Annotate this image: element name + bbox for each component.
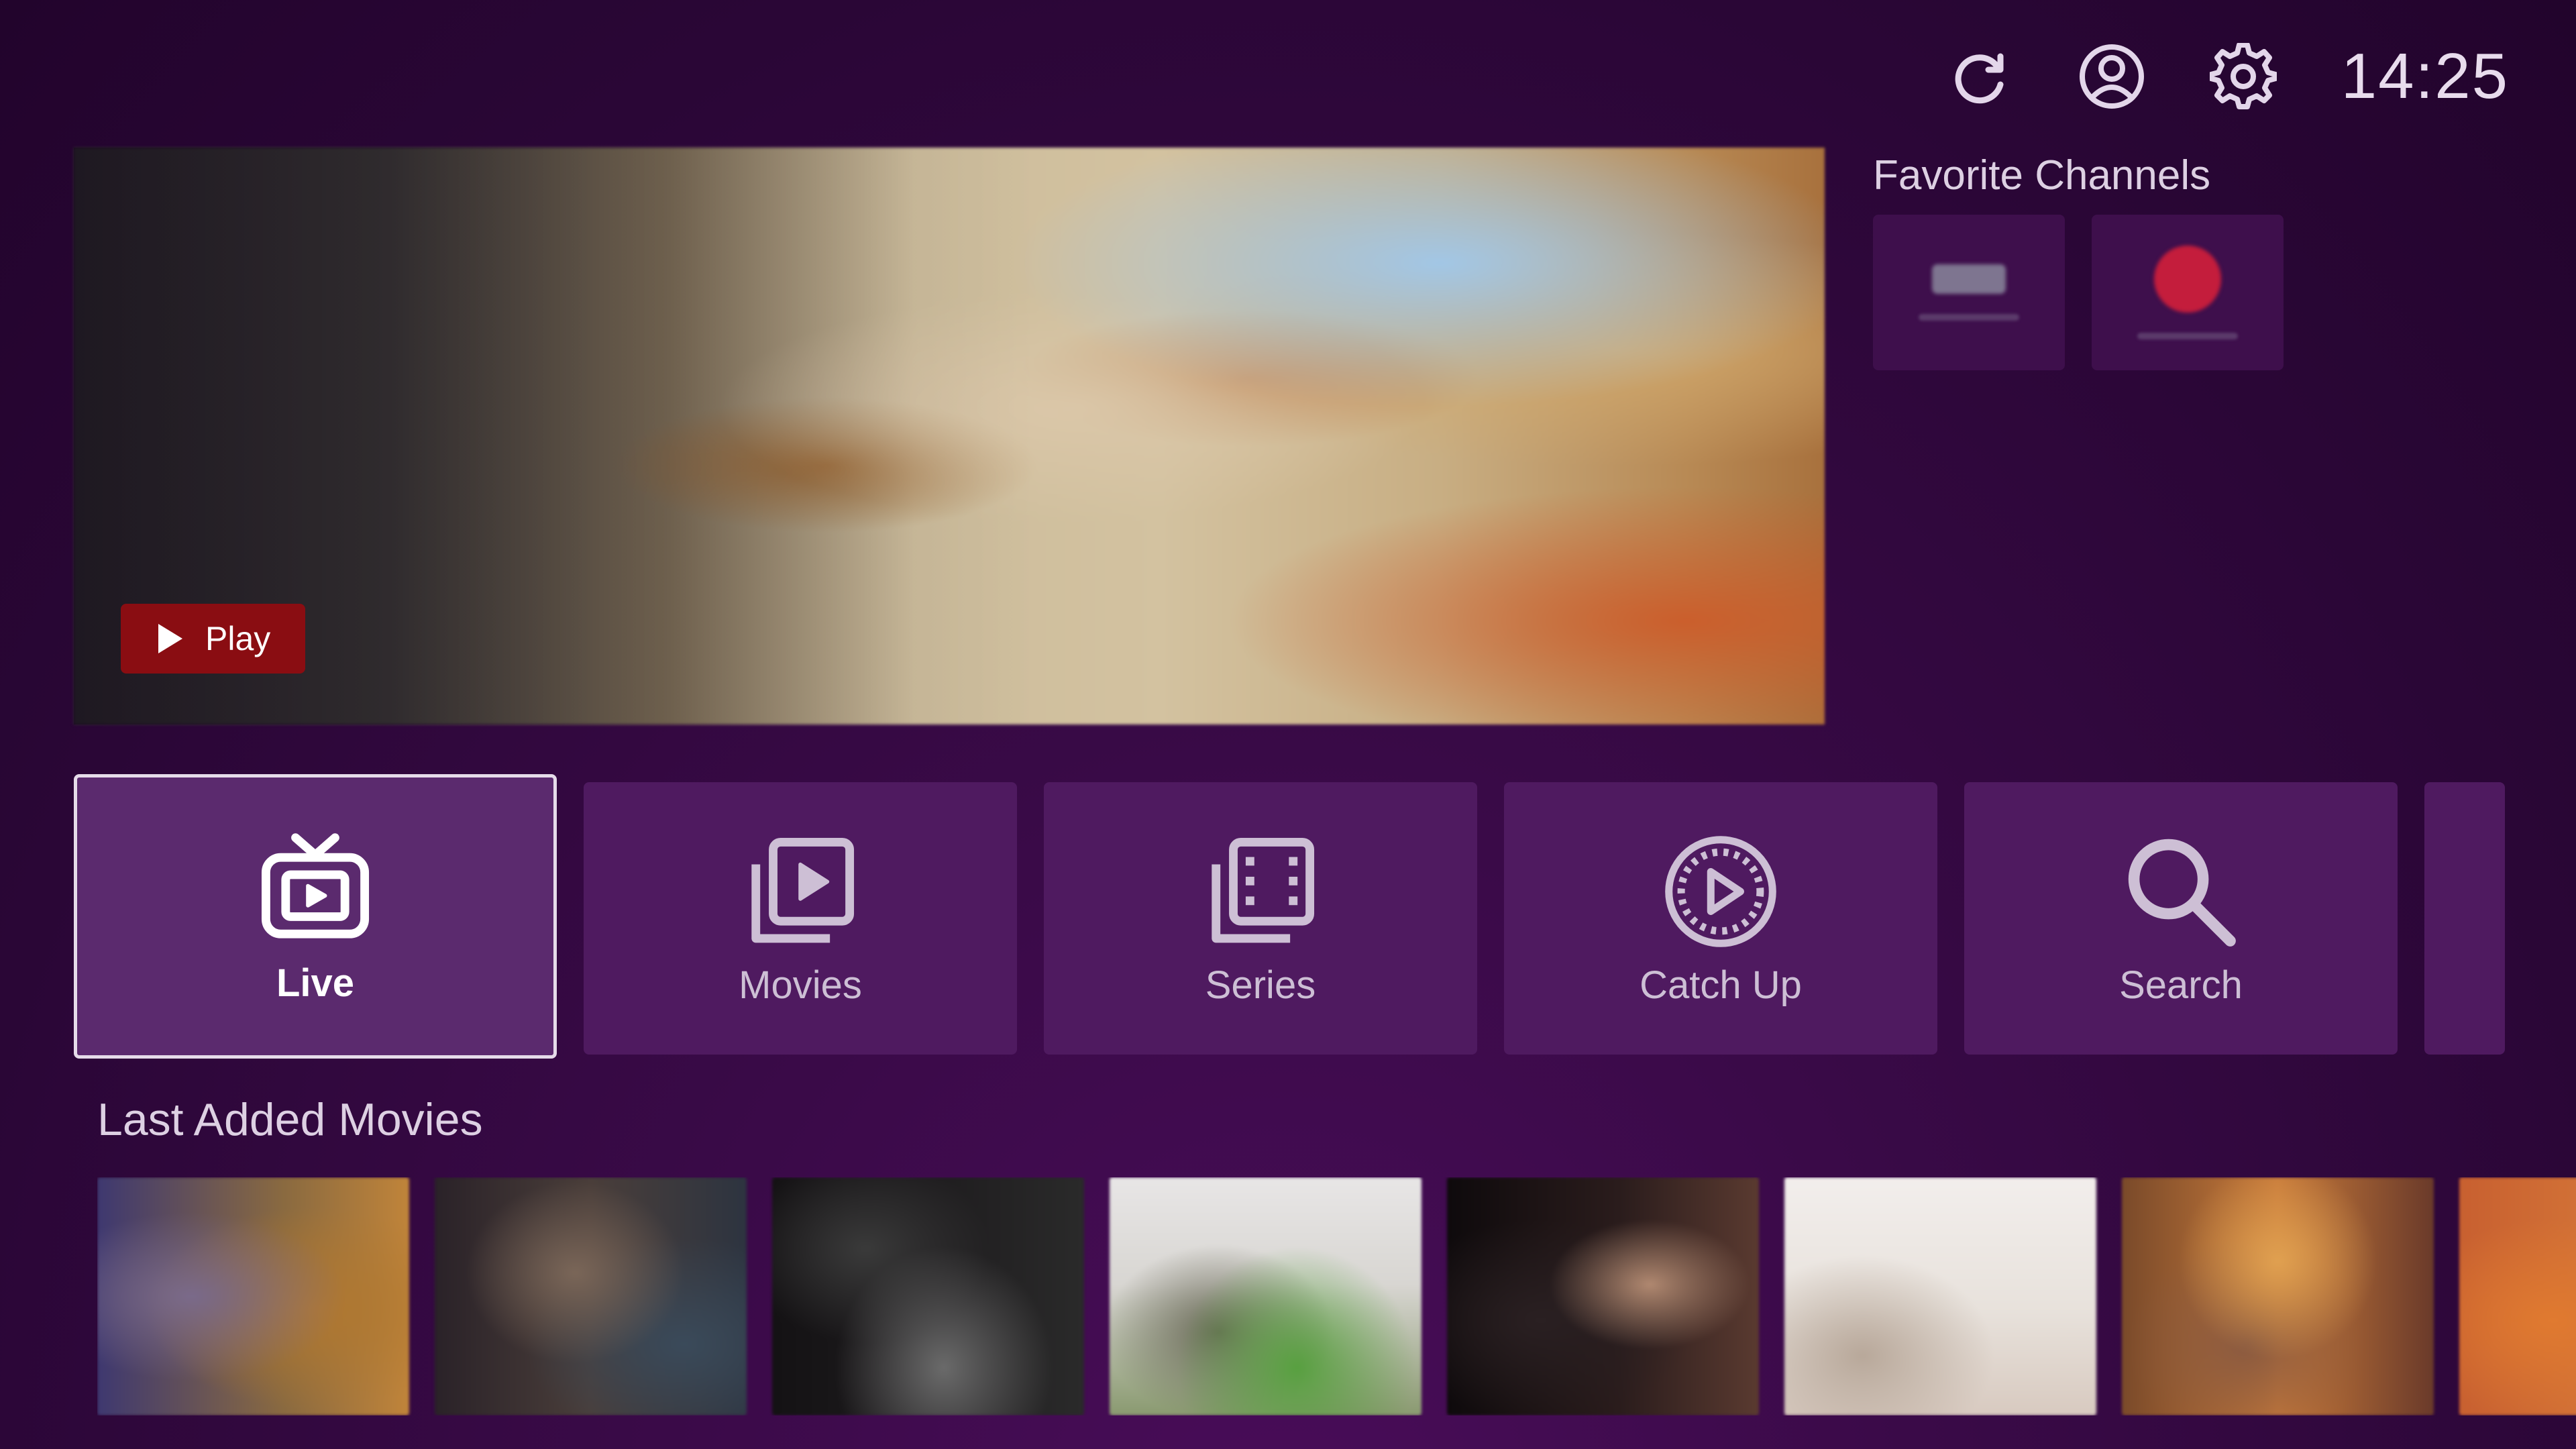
menu-item-movies[interactable]: Movies (584, 782, 1017, 1055)
series-icon (1199, 830, 1322, 953)
menu-item-search[interactable]: Search (1964, 782, 2398, 1055)
catch-up-icon (1659, 830, 1782, 953)
movies-icon (739, 830, 862, 953)
play-button[interactable]: Play (121, 604, 305, 674)
play-icon (158, 624, 182, 653)
channel-logo (2154, 246, 2221, 313)
top-bar: 14:25 (1947, 30, 2509, 123)
menu-item-next[interactable] (2424, 782, 2505, 1055)
menu-label: Live (276, 961, 355, 1005)
menu-item-catch-up[interactable]: Catch Up (1504, 782, 1937, 1055)
favorite-channels-row (1873, 215, 2284, 370)
channel-caption (2137, 333, 2238, 339)
tv-icon (254, 828, 377, 951)
movie-thumbnail[interactable] (1447, 1177, 1759, 1415)
menu-label: Search (2119, 963, 2243, 1007)
favorite-channels-title: Favorite Channels (1873, 152, 2211, 199)
search-icon (2119, 830, 2243, 953)
play-label: Play (205, 620, 271, 657)
menu-label: Movies (739, 963, 862, 1007)
account-icon[interactable] (2078, 43, 2145, 110)
movie-thumbnail[interactable] (2122, 1177, 2434, 1415)
settings-icon[interactable] (2209, 43, 2277, 110)
favorite-channel-tile[interactable] (2092, 215, 2284, 370)
channel-logo (1932, 264, 2006, 294)
menu-label: Series (1205, 963, 1316, 1007)
favorite-channel-tile[interactable] (1873, 215, 2065, 370)
movie-thumbnail[interactable] (435, 1177, 747, 1415)
menu-item-series[interactable]: Series (1044, 782, 1477, 1055)
movie-thumbnail[interactable] (1784, 1177, 2096, 1415)
channel-caption (1919, 314, 2019, 321)
movie-thumbnail[interactable] (772, 1177, 1084, 1415)
refresh-icon[interactable] (1947, 43, 2014, 110)
movie-thumbnail[interactable] (97, 1177, 409, 1415)
main-menu: Live Movies Series Catch Up Search (74, 771, 2576, 1067)
movie-thumbnail[interactable] (2459, 1177, 2576, 1415)
movie-thumbnail[interactable] (1110, 1177, 1421, 1415)
last-added-movies-row (97, 1177, 2576, 1415)
menu-item-live[interactable]: Live (74, 774, 557, 1059)
last-added-movies-title: Last Added Movies (97, 1094, 483, 1145)
menu-label: Catch Up (1640, 963, 1802, 1007)
clock: 14:25 (2341, 40, 2509, 112)
hero-shade (74, 148, 1825, 724)
